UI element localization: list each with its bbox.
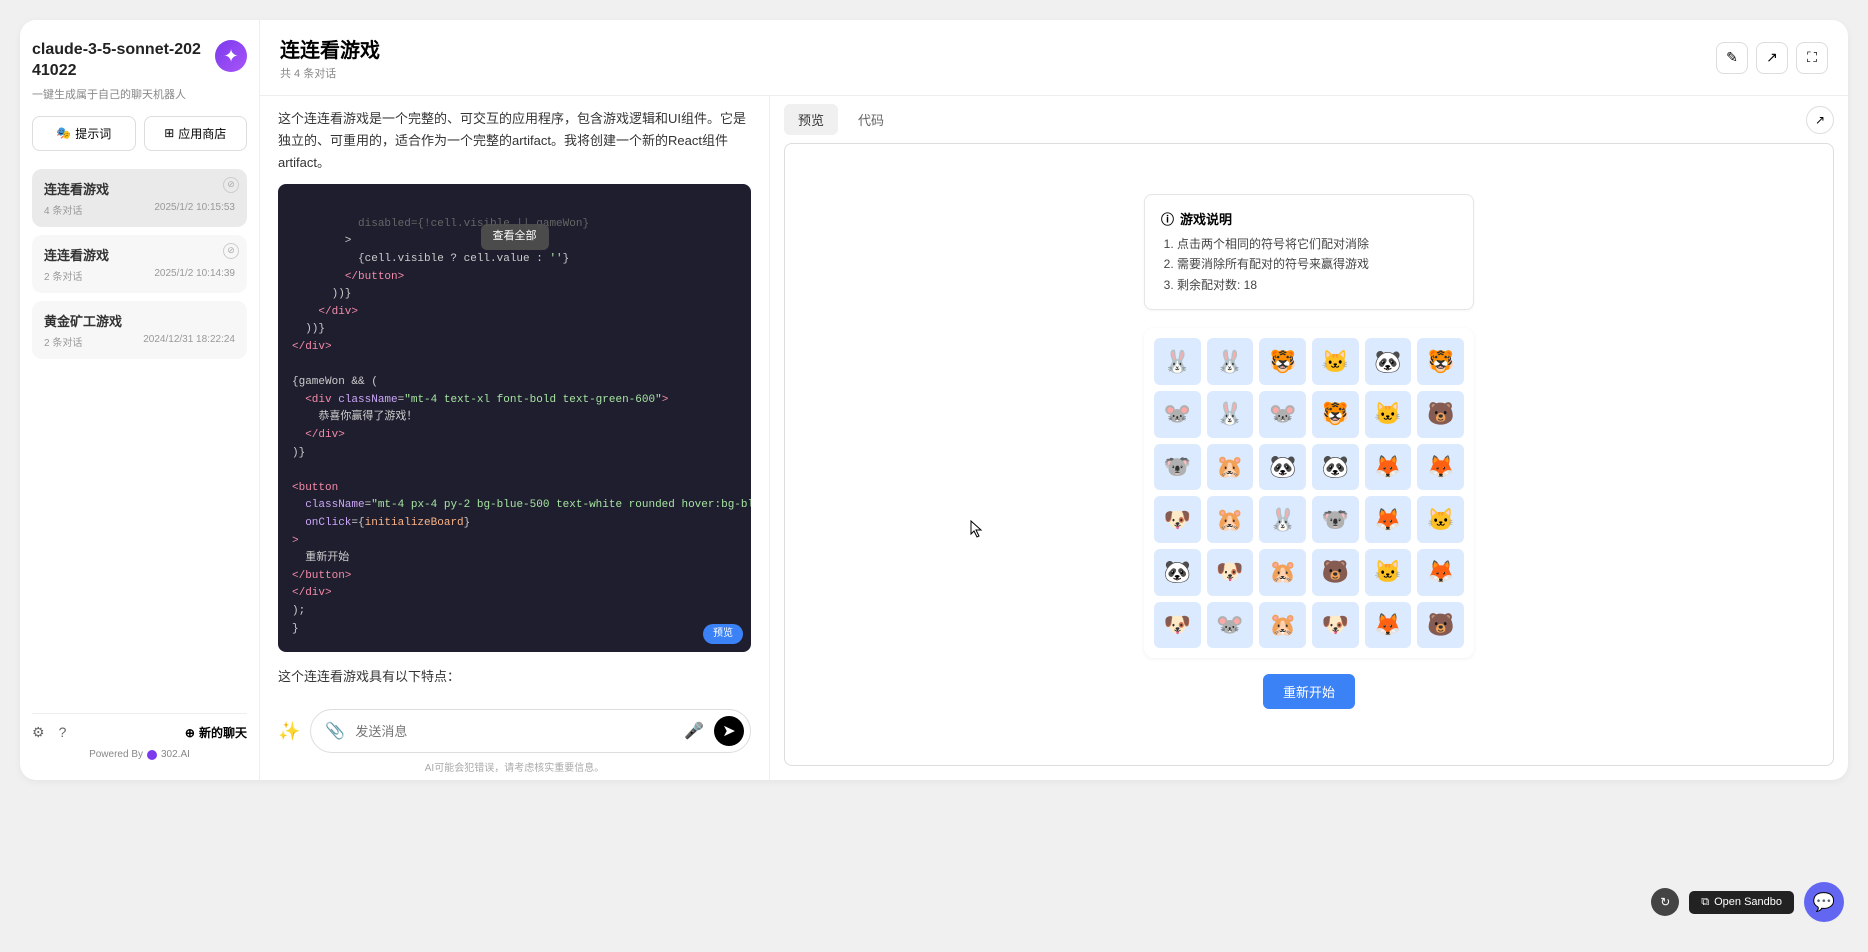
preview-chip[interactable]: 预览 [703,624,743,644]
game-tile[interactable]: 🐱 [1417,496,1464,543]
game-tile[interactable]: 🦊 [1365,602,1412,649]
magic-icon[interactable]: ✨ [278,721,300,742]
game-tile[interactable]: 🐰 [1207,391,1254,438]
game-tile[interactable]: 🐯 [1259,338,1306,385]
game-info: ⓘ游戏说明 点击两个相同的符号将它们配对消除 需要消除所有配对的符号来赢得游戏 … [1144,194,1474,310]
game-tile[interactable]: 🐹 [1259,602,1306,649]
game-tile[interactable]: 🐻 [1312,549,1359,596]
game-tile[interactable]: 🐹 [1207,496,1254,543]
rule-item: 需要消除所有配对的符号来赢得游戏 [1177,254,1457,274]
store-icon: ⊞ [164,126,174,140]
game-tile[interactable]: 🐱 [1312,338,1359,385]
game-tile[interactable]: 🐼 [1154,549,1201,596]
game-tile[interactable]: 🐯 [1417,338,1464,385]
game-tile[interactable]: 🐭 [1259,391,1306,438]
mic-icon[interactable]: 🎤 [684,721,704,741]
model-subtitle: 一键生成属于自己的聊天机器人 [32,86,247,102]
powered-by: Powered By 302.AI [32,749,247,760]
game-tile[interactable]: 🐭 [1207,602,1254,649]
game-tile[interactable]: 🐨 [1312,496,1359,543]
refresh-button[interactable]: ↻ [1651,888,1679,916]
chat-item[interactable]: ⊘ 连连看游戏 4 条对话2025/1/2 10:15:53 [32,169,247,227]
open-sandbox-button[interactable]: ⧉Open Sandbo [1689,891,1794,914]
game-tile[interactable]: 🐻 [1417,602,1464,649]
sidebar: claude-3-5-sonnet-20241022 ✦ 一键生成属于自己的聊天… [20,20,260,780]
page-title: 连连看游戏 [280,34,380,63]
game-tile[interactable]: 🐶 [1154,496,1201,543]
game-tile[interactable]: 🦊 [1417,549,1464,596]
settings-icon[interactable]: ⚙ [32,724,45,741]
chat-badge-icon: ⊘ [223,177,239,193]
restart-button[interactable]: 重新开始 [1263,674,1355,709]
page-subtitle: 共 4 条对话 [280,65,380,81]
game-tile[interactable]: 🐶 [1312,602,1359,649]
rule-item: 点击两个相同的符号将它们配对消除 [1177,234,1457,254]
game-tile[interactable]: 🐰 [1259,496,1306,543]
disclaimer: AI可能会犯错误，请考虑核实重要信息。 [278,759,751,774]
game-tile[interactable]: 🐼 [1365,338,1412,385]
view-all-button[interactable]: 查看全部 [481,224,549,250]
new-chat-button[interactable]: ⊕新的聊天 [185,724,247,741]
help-icon[interactable]: ? [59,724,67,741]
game-tile[interactable]: 🐨 [1154,444,1201,491]
chat-column: 这个连连看游戏是一个完整的、可交互的应用程序，包含游戏逻辑和UI组件。它是独立的… [260,96,770,780]
main-header: 连连看游戏 共 4 条对话 ✎ ↗ ⛶ [260,20,1848,96]
chat-item[interactable]: ⊘ 连连看游戏 2 条对话2025/1/2 10:14:39 [32,235,247,293]
game-tile[interactable]: 🐶 [1207,549,1254,596]
game-tile[interactable]: 🐰 [1154,338,1201,385]
message-text: 这个连连看游戏是一个完整的、可交互的应用程序，包含游戏逻辑和UI组件。它是独立的… [278,108,751,174]
features-intro: 这个连连看游戏具有以下特点： [278,666,751,688]
chat-bubble-button[interactable]: 💬 [1804,882,1844,922]
game-tile[interactable]: 🦊 [1365,496,1412,543]
message-input[interactable] [355,724,674,739]
input-wrapper: 📎 🎤 ➤ [310,709,751,753]
share-preview-button[interactable]: ↗ [1806,106,1834,134]
code-block: disabled={!cell.visible || gameWon} > {c… [278,184,751,652]
expand-button[interactable]: ⛶ [1796,42,1828,74]
game-tile[interactable]: 🐰 [1207,338,1254,385]
chat-item[interactable]: 黄金矿工游戏 2 条对话2024/12/31 18:22:24 [32,301,247,359]
game-tile[interactable]: 🐼 [1312,444,1359,491]
messages: 这个连连看游戏是一个完整的、可交互的应用程序，包含游戏逻辑和UI组件。它是独立的… [260,96,769,699]
game-tile[interactable]: 🦊 [1365,444,1412,491]
chat-item-title: 连连看游戏 [44,179,235,198]
game-tile[interactable]: 🐹 [1259,549,1306,596]
chat-item-title: 黄金矿工游戏 [44,311,235,330]
model-name: claude-3-5-sonnet-20241022 [32,40,207,82]
store-button[interactable]: ⊞应用商店 [144,116,248,151]
send-button[interactable]: ➤ [714,716,744,746]
game-tile[interactable]: 🐭 [1154,391,1201,438]
game-tile[interactable]: 🐯 [1312,391,1359,438]
plus-icon: ⊕ [185,726,195,740]
external-icon: ⧉ [1701,896,1709,909]
game-tile[interactable]: 🦊 [1417,444,1464,491]
attach-icon[interactable]: 📎 [325,721,345,741]
prompt-button[interactable]: 🎭提示词 [32,116,136,151]
game-tile[interactable]: 🐶 [1154,602,1201,649]
edit-button[interactable]: ✎ [1716,42,1748,74]
info-icon: ⓘ [1161,209,1174,228]
prompt-icon: 🎭 [56,126,71,140]
chat-badge-icon: ⊘ [223,243,239,259]
tab-preview[interactable]: 预览 [784,104,838,135]
model-icon: ✦ [215,40,247,72]
game-tile[interactable]: 🐼 [1259,444,1306,491]
preview-column: 预览 代码 ↗ ⓘ游戏说明 点击两个相同的符号将它们配对消除 需要消除所有配对的… [770,96,1848,780]
tab-code[interactable]: 代码 [844,104,898,135]
rule-item: 剩余配对数: 18 [1177,275,1457,295]
preview-frame: ⓘ游戏说明 点击两个相同的符号将它们配对消除 需要消除所有配对的符号来赢得游戏 … [784,143,1834,766]
chat-list: ⊘ 连连看游戏 4 条对话2025/1/2 10:15:53 ⊘ 连连看游戏 2… [32,169,247,713]
game-tile[interactable]: 🐱 [1365,391,1412,438]
chat-item-title: 连连看游戏 [44,245,235,264]
share-button[interactable]: ↗ [1756,42,1788,74]
game-tile[interactable]: 🐹 [1207,444,1254,491]
game-tile[interactable]: 🐱 [1365,549,1412,596]
game-board: 🐰🐰🐯🐱🐼🐯🐭🐰🐭🐯🐱🐻🐨🐹🐼🐼🦊🦊🐶🐹🐰🐨🦊🐱🐼🐶🐹🐻🐱🦊🐶🐭🐹🐶🦊🐻 [1144,328,1474,658]
game-tile[interactable]: 🐻 [1417,391,1464,438]
